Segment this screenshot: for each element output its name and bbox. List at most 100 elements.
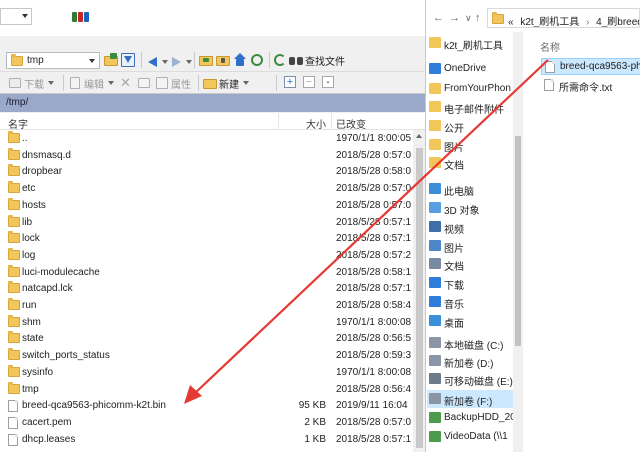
- collapse-icon[interactable]: −: [303, 76, 315, 88]
- column-divider: [331, 113, 332, 130]
- refresh-icon[interactable]: [273, 53, 287, 67]
- nav-item[interactable]: 图片: [427, 136, 517, 154]
- file-modified: 2018/5/28 0:57:1: [336, 216, 412, 228]
- nav-item[interactable]: 电子邮件附件: [427, 98, 517, 116]
- file-row[interactable]: switch_ports_status 2018/5/28 0:59:3: [0, 348, 413, 365]
- forward-icon[interactable]: →: [449, 12, 460, 24]
- nav-pane-scrollbar[interactable]: [513, 32, 523, 452]
- chevron-down-icon[interactable]: [186, 60, 192, 64]
- nav-item[interactable]: BackupHDD_20: [427, 409, 517, 427]
- drive-icon: [429, 393, 441, 404]
- nav-item[interactable]: 视频: [427, 218, 517, 236]
- breadcrumb: « k2t_刷机工具 › 4_刷breed: [508, 13, 639, 27]
- nav-item[interactable]: 下载: [427, 274, 517, 292]
- file-row[interactable]: lock 2018/5/28 0:57:1: [0, 231, 413, 248]
- edit-button[interactable]: 编辑: [68, 74, 114, 92]
- nav-item[interactable]: 音乐: [427, 293, 517, 311]
- file-row[interactable]: shm 1970/1/1 8:00:08: [0, 314, 413, 332]
- nav-item[interactable]: 文档: [427, 255, 517, 273]
- file-size: 95 KB: [298, 400, 326, 412]
- vertical-scrollbar[interactable]: [413, 130, 425, 452]
- root-directory-icon[interactable]: [216, 53, 230, 67]
- file-row[interactable]: log 2018/5/28 0:57:2: [0, 247, 413, 265]
- download-button[interactable]: 下载: [8, 74, 54, 92]
- properties-button[interactable]: 属性: [155, 74, 191, 92]
- nav-item[interactable]: OneDrive: [427, 60, 517, 78]
- file-row[interactable]: dropbear 2018/5/28 0:58:0: [0, 164, 413, 181]
- path-combo[interactable]: tmp: [6, 52, 100, 69]
- address-bar[interactable]: « k2t_刷机工具 › 4_刷breed: [487, 8, 640, 28]
- file-row[interactable]: luci-modulecache 2018/5/28 0:58:1: [0, 264, 413, 282]
- file-row[interactable]: etc 2018/5/28 0:57:0: [0, 181, 413, 198]
- file-row[interactable]: lib 2018/5/28 0:57:1: [0, 214, 413, 232]
- music-icon: [429, 296, 441, 307]
- explorer-file-item[interactable]: breed-qca9563-phicomm-k2t.bin: [541, 58, 640, 75]
- nav-item[interactable]: 此电脑: [427, 180, 517, 198]
- file-modified: 2019/9/11 16:04: [336, 400, 408, 412]
- scrollbar-thumb[interactable]: [416, 148, 423, 448]
- nav-item[interactable]: VideoData (\\1: [427, 428, 517, 446]
- column-size[interactable]: 大小: [306, 116, 326, 131]
- delete-icon[interactable]: ✕: [120, 75, 131, 91]
- column-modified[interactable]: 已改变: [336, 116, 366, 131]
- folder-icon: [8, 264, 20, 278]
- back-arrow-icon[interactable]: [148, 57, 157, 67]
- nav-item[interactable]: k2t_刷机工具: [427, 34, 517, 52]
- file-row[interactable]: sysinfo 1970/1/1 8:00:08: [0, 364, 413, 382]
- scrollbar-thumb[interactable]: [515, 136, 521, 346]
- nav-item[interactable]: 文档: [427, 154, 517, 172]
- file-row[interactable]: breed-qca9563-phicomm-k2t.bin 95 KB 2019/9…: [0, 398, 413, 415]
- file-row[interactable]: tmp 2018/5/28 0:56:4: [0, 381, 413, 399]
- nav-item[interactable]: 本地磁盘 (C:): [427, 334, 517, 352]
- file-row[interactable]: natcapd.lck 2018/5/28 0:57:1: [0, 281, 413, 298]
- column-name[interactable]: 名字: [8, 116, 28, 131]
- breadcrumb-overflow[interactable]: «: [508, 17, 514, 27]
- folder-icon: [8, 281, 20, 294]
- file-row[interactable]: dnsmasq.d 2018/5/28 0:57:0: [0, 147, 413, 165]
- open-folder-icon[interactable]: [104, 53, 118, 67]
- file-row[interactable]: dhcp.leases 1 KB 2018/5/28 0:57:1: [0, 432, 413, 449]
- sync-icon[interactable]: [250, 53, 264, 67]
- nav-item[interactable]: 桌面: [427, 312, 517, 330]
- parent-directory-icon[interactable]: [199, 53, 213, 67]
- chevron-down-icon[interactable]: [162, 60, 168, 64]
- scroll-up-icon[interactable]: [416, 134, 422, 138]
- nav-item[interactable]: 可移动磁盘 (E:): [427, 370, 517, 388]
- drive-icon: [429, 355, 441, 366]
- back-icon[interactable]: ←: [433, 12, 444, 24]
- breadcrumb-item[interactable]: 4_刷breed: [596, 17, 639, 27]
- breadcrumb-separator[interactable]: ›: [586, 17, 589, 27]
- rename-icon[interactable]: [137, 76, 151, 90]
- chevron-down-icon: [89, 59, 95, 63]
- nav-item[interactable]: 新加卷 (D:): [427, 352, 517, 370]
- computer-icon: [429, 183, 441, 194]
- breadcrumb-item[interactable]: k2t_刷机工具: [520, 17, 579, 27]
- file-row[interactable]: run 2018/5/28 0:58:4: [0, 298, 413, 315]
- filter-icon[interactable]: [121, 53, 135, 67]
- file-row[interactable]: hosts 2018/5/28 0:57:0: [0, 197, 413, 215]
- network-drive-icon: [429, 412, 441, 423]
- nav-item[interactable]: 新加卷 (F:): [427, 390, 517, 408]
- column-name-header[interactable]: 名称: [540, 39, 560, 54]
- recent-dropdown-icon[interactable]: ∨: [465, 13, 472, 24]
- forward-arrow-icon[interactable]: [172, 57, 181, 67]
- explorer-file-item[interactable]: 所需命令.txt: [541, 77, 640, 94]
- cube-icon: [429, 202, 441, 213]
- drive-icon: [429, 337, 441, 348]
- up-arrow-icon[interactable]: ↑: [475, 12, 481, 24]
- nav-item[interactable]: 公开: [427, 117, 517, 135]
- new-button[interactable]: 新建: [203, 74, 249, 92]
- expand-icon[interactable]: +: [284, 76, 296, 88]
- file-name: tmp: [22, 383, 39, 395]
- folder-icon: [8, 181, 20, 194]
- file-row[interactable]: state 2018/5/28 0:56:5: [0, 331, 413, 348]
- file-row[interactable]: cacert.pem 2 KB 2018/5/28 0:57:0: [0, 415, 413, 432]
- find-files-button[interactable]: 查找文件: [289, 51, 345, 69]
- nav-item[interactable]: FromYourPhon: [427, 80, 517, 98]
- session-dropdown[interactable]: [0, 8, 32, 25]
- nav-item[interactable]: 3D 对象: [427, 199, 517, 217]
- nav-item[interactable]: 图片: [427, 237, 517, 255]
- file-row[interactable]: .. 1970/1/1 8:00:05: [0, 131, 413, 148]
- home-icon[interactable]: [233, 53, 247, 67]
- select-icon[interactable]: ▪: [322, 76, 334, 88]
